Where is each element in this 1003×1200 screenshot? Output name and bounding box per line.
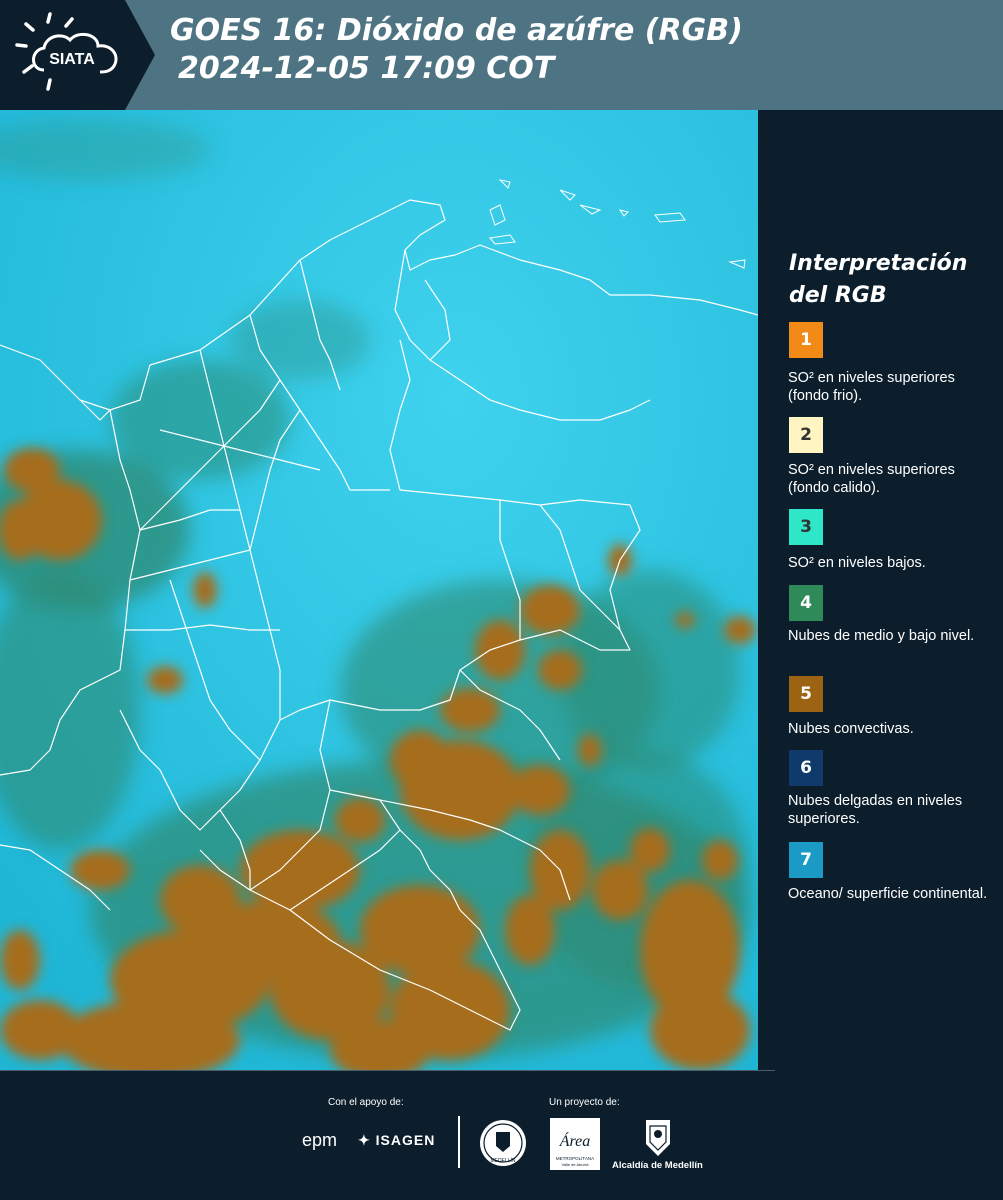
medellin-seal-text: MEDELLÍN xyxy=(490,1157,515,1164)
legend-text-4: Nubes de medio y bajo nivel. xyxy=(788,628,975,644)
logo-divider xyxy=(458,1116,460,1168)
siata-logo: SIATA xyxy=(0,0,155,110)
legend-number-3: 3 xyxy=(800,517,812,537)
legend-title: Interpretación del RGB xyxy=(789,248,967,312)
legend-text-3: SO² en niveles bajos. xyxy=(788,555,926,571)
legend-swatch-2: 2 xyxy=(789,417,823,453)
legend-swatch-1: 1 xyxy=(789,322,823,358)
area-metropolitana-logo: Área METROPOLITANA Valle de Aburrá xyxy=(550,1118,600,1174)
support-label: Con el apoyo de: xyxy=(328,1097,404,1108)
title-line-2: 2024-12-05 17:09 COT xyxy=(178,51,555,86)
legend-text-2: SO² en niveles superiores (fondo calido)… xyxy=(788,462,955,496)
legend-text-5: Nubes convectivas. xyxy=(788,721,914,737)
svg-text:Valle de Aburrá: Valle de Aburrá xyxy=(561,1162,589,1167)
legend-swatch-4: 4 xyxy=(789,585,823,621)
legend-swatch-5: 5 xyxy=(789,676,823,712)
footer: Con el apoyo de: Un proyecto de: epm ✦ I… xyxy=(0,1070,1003,1200)
legend-number-2: 2 xyxy=(800,425,812,445)
project-label: Un proyecto de: xyxy=(549,1097,620,1108)
medellin-seal: MEDELLÍN xyxy=(478,1118,528,1172)
legend-panel: Interpretación del RGB 1 SO² en niveles … xyxy=(758,110,1003,1070)
alcaldia-shield-icon xyxy=(644,1118,672,1162)
alcaldia-label: Alcaldía de Medellín xyxy=(612,1160,703,1171)
legend-number-6: 6 xyxy=(800,758,812,778)
legend-text-1: SO² en niveles superiores (fondo frio). xyxy=(788,370,955,404)
isagen-text: ISAGEN xyxy=(375,1132,436,1148)
title-line-1: GOES 16: Dióxido de azúfre (RGB) xyxy=(170,13,743,48)
legend-number-5: 5 xyxy=(800,684,812,704)
legend-text-7: Oceano/ superficie continental. xyxy=(788,886,988,902)
legend-swatch-7: 7 xyxy=(789,842,823,878)
legend-swatch-6: 6 xyxy=(789,750,823,786)
legend-number-7: 7 xyxy=(800,850,812,870)
legend-title-line-2: del RGB xyxy=(789,283,887,308)
page-title: GOES 16: Dióxido de azúfre (RGB) 2024-12… xyxy=(170,12,743,88)
isagen-logo: ✦ ISAGEN xyxy=(358,1132,435,1149)
svg-text:METROPOLITANA: METROPOLITANA xyxy=(556,1156,594,1161)
satellite-map[interactable] xyxy=(0,110,758,1070)
legend-title-line-1: Interpretación xyxy=(789,251,968,276)
area-logo-text: Área xyxy=(559,1131,591,1150)
footer-divider-line xyxy=(0,1070,775,1071)
header: SIATA GOES 16: Dióxido de azúfre (RGB) 2… xyxy=(0,0,1003,110)
legend-number-1: 1 xyxy=(800,330,812,350)
epm-logo: epm xyxy=(302,1130,338,1150)
legend-swatch-3: 3 xyxy=(789,509,823,545)
logo-text: SIATA xyxy=(49,51,95,68)
legend-text-6: Nubes delgadas en niveles superiores. xyxy=(788,793,963,827)
legend-number-4: 4 xyxy=(800,593,812,613)
isagen-star-icon: ✦ xyxy=(358,1132,371,1148)
